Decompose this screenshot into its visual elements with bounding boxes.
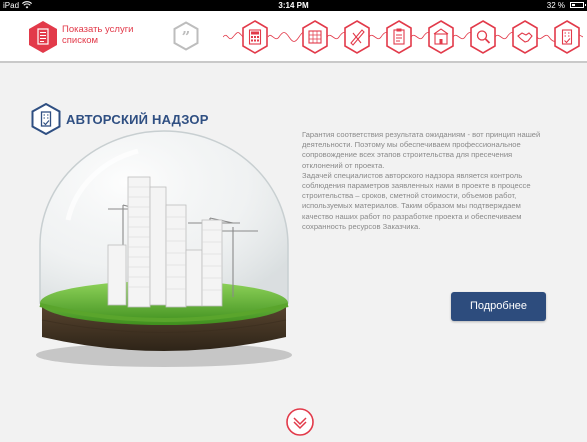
description-paragraph: Задачей специалистов авторского надзора … — [302, 170, 531, 231]
services-nav — [223, 20, 583, 54]
battery-percent: 32 % — [546, 1, 565, 10]
chevron-down-icon — [286, 408, 314, 436]
handshake-icon[interactable] — [512, 20, 538, 54]
ruler-icon[interactable] — [344, 20, 370, 54]
building-check-icon[interactable] — [554, 20, 580, 54]
clock: 3:14 PM — [278, 1, 309, 10]
glass-dome-illustration — [36, 130, 292, 367]
more-details-button[interactable]: Подробнее — [451, 292, 546, 321]
description-paragraph: Гарантия соответствия результата ожидани… — [302, 130, 541, 170]
svg-text:”: ” — [182, 28, 191, 46]
battery-icon — [570, 2, 586, 8]
blueprint-icon[interactable] — [302, 20, 328, 54]
quote-button[interactable]: ” — [173, 21, 199, 51]
clipboard-icon[interactable] — [386, 20, 412, 54]
quote-icon: ” — [173, 21, 199, 51]
service-description: Гарантия соответствия результата ожидани… — [302, 130, 547, 232]
calculator-icon[interactable] — [242, 20, 268, 54]
top-navigation: Показать услуги списком ” — [0, 11, 587, 63]
show-services-label[interactable]: Показать услуги списком — [62, 24, 152, 46]
status-bar: iPad 3:14 PM 32 % — [0, 0, 587, 11]
scroll-down-button[interactable] — [285, 407, 315, 442]
building-icon[interactable] — [428, 20, 454, 54]
magnifier-icon[interactable] — [470, 20, 496, 54]
show-services-button[interactable] — [28, 20, 58, 54]
